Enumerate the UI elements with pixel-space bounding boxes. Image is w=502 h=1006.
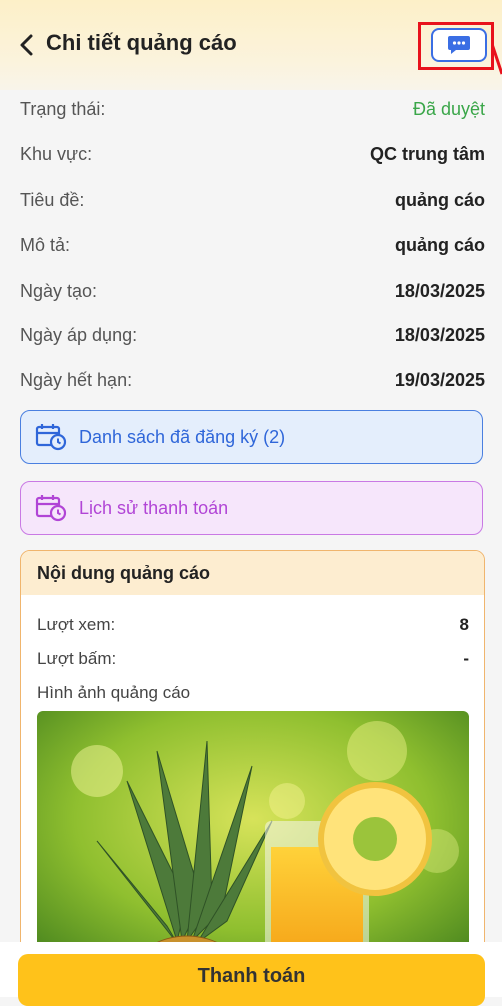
info-label: Ngày áp dụng: [20,324,138,345]
info-label: Khu vực: [20,143,93,164]
clicks-label: Lượt bấm: [37,649,117,668]
info-row-area: Khu vực: QC trung tâm [20,139,485,169]
page-title: Chi tiết quảng cáo [46,30,237,55]
ad-content-title: Nội dung quảng cáo [21,551,484,595]
views-row: Lượt xem: 8 [37,615,469,635]
info-value: QC trung tâm [370,143,485,164]
payment-history-label: Lịch sử thanh toán [79,497,229,518]
status-badge: Đã duyệt [412,98,485,119]
info-row-title: Tiêu đề: quảng cáo [20,185,485,215]
views-value: 8 [459,615,469,634]
info-row-expiry: Ngày hết hạn: 19/03/2025 [20,365,485,395]
image-label: Hình ảnh quảng cáo [37,683,191,702]
chat-button[interactable] [431,28,487,62]
payment-history-button[interactable]: Lịch sử thanh toán [20,481,483,535]
registered-list-label: Danh sách đã đăng ký (2) [79,426,286,447]
chat-bubble-icon [448,36,470,54]
info-row-status: Trạng thái: Đã duyệt [20,94,485,124]
annotation-arrow [492,44,502,75]
info-row-created: Ngày tạo: 18/03/2025 [20,276,485,306]
clicks-row: Lượt bấm: - [37,649,469,669]
info-value: 19/03/2025 [394,369,485,390]
ad-image[interactable] [37,711,469,970]
info-value: 18/03/2025 [394,280,485,301]
chevron-left-icon[interactable] [16,32,38,58]
registered-list-button[interactable]: Danh sách đã đăng ký (2) [20,410,483,464]
image-label-row: Hình ảnh quảng cáo [37,683,469,703]
app-header: Chi tiết quảng cáo [0,0,502,90]
info-label: Tiêu đề: [20,189,85,210]
info-label: Ngày tạo: [20,280,98,301]
pay-button[interactable]: Thanh toán [18,954,485,1006]
info-label: Mô tả: [20,234,71,255]
info-label: Trạng thái: [20,98,106,119]
info-value: quảng cáo [394,189,485,210]
info-value: 18/03/2025 [394,324,485,345]
info-row-applied: Ngày áp dụng: 18/03/2025 [20,320,485,350]
calendar-clock-icon [35,424,67,451]
views-label: Lượt xem: [37,615,116,634]
calendar-clock-icon [35,495,67,522]
info-row-description: Mô tả: quảng cáo [20,230,485,260]
info-label: Ngày hết hạn: [20,369,133,390]
clicks-value: - [463,649,469,668]
info-value: quảng cáo [394,234,485,255]
ad-content-card: Nội dung quảng cáo Lượt xem: 8 Lượt bấm:… [20,550,485,970]
